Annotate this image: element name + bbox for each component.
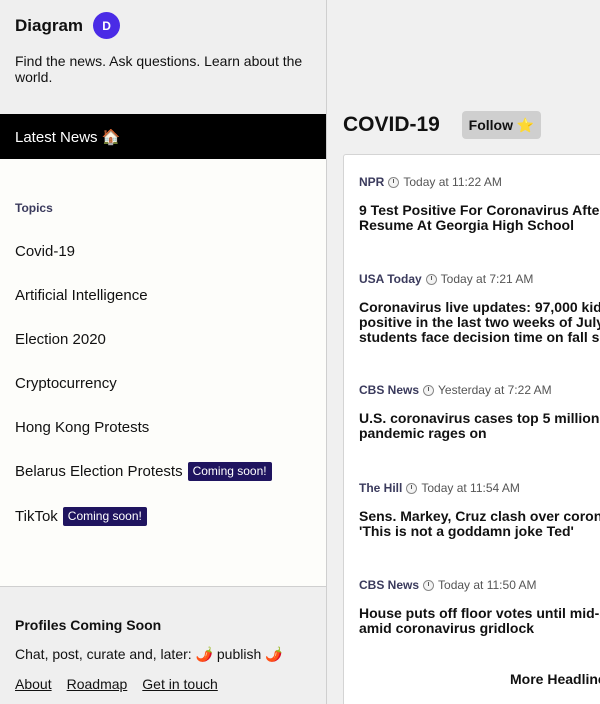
clock-icon <box>423 384 435 396</box>
article-source[interactable]: CBS News <box>359 578 419 592</box>
profiles-title: Profiles Coming Soon <box>15 617 162 633</box>
clock-icon <box>423 579 435 591</box>
topic-tiktok[interactable]: TikTok Coming soon! <box>15 507 147 526</box>
topics-heading: Topics <box>15 201 53 215</box>
more-headlines-button[interactable]: More Headlines <box>510 671 600 687</box>
article-item[interactable]: USA Today Today at 7:21 AM Coronavirus l… <box>359 272 600 345</box>
topic-covid-19[interactable]: Covid-19 <box>15 243 75 260</box>
article-meta: The Hill Today at 11:54 AM <box>359 481 600 495</box>
topic-belarus-election-protests[interactable]: Belarus Election Protests Coming soon! <box>15 462 272 481</box>
topic-artificial-intelligence[interactable]: Artificial Intelligence <box>15 287 148 304</box>
article-headline[interactable]: U.S. coronavirus cases top 5 million as … <box>359 411 600 441</box>
article-source[interactable]: NPR <box>359 175 384 189</box>
article-source[interactable]: The Hill <box>359 481 402 495</box>
article-item[interactable]: NPR Today at 11:22 AM 9 Test Positive Fo… <box>359 175 600 233</box>
article-time: Today at 11:54 AM <box>421 481 520 495</box>
clock-icon <box>425 273 437 285</box>
topic-label: Artificial Intelligence <box>15 287 148 304</box>
topic-election-2020[interactable]: Election 2020 <box>15 331 106 348</box>
coming-soon-badge: Coming soon! <box>187 462 272 481</box>
article-headline[interactable]: House puts off floor votes until mid-Sep… <box>359 606 600 636</box>
article-meta: NPR Today at 11:22 AM <box>359 175 600 189</box>
profiles-subtitle: Chat, post, curate and, later: 🌶️ publis… <box>15 646 283 662</box>
clock-icon <box>388 176 400 188</box>
topic-label: Covid-19 <box>15 243 76 260</box>
article-meta: CBS News Today at 11:50 AM <box>359 578 600 592</box>
tagline: Find the news. Ask questions. Learn abou… <box>15 53 303 85</box>
article-time: Today at 11:22 AM <box>403 175 502 189</box>
article-item[interactable]: CBS News Today at 11:50 AM House puts of… <box>359 578 600 636</box>
get-in-touch-link[interactable]: Get in touch <box>142 676 218 692</box>
article-source[interactable]: CBS News <box>359 383 419 397</box>
sidebar-footer: Profiles Coming Soon Chat, post, curate … <box>0 586 326 704</box>
clock-icon <box>406 482 418 494</box>
article-meta: CBS News Yesterday at 7:22 AM <box>359 383 600 397</box>
main-content: COVID-19 Follow ⭐ NPR Today at 11:22 AM … <box>328 0 600 704</box>
topic-label: Hong Kong Protests <box>15 419 150 436</box>
coming-soon-badge: Coming soon! <box>62 507 147 526</box>
follow-button[interactable]: Follow ⭐ <box>462 111 541 139</box>
brand-name[interactable]: Diagram <box>15 16 83 36</box>
article-item[interactable]: CBS News Yesterday at 7:22 AM U.S. coron… <box>359 383 600 441</box>
roadmap-link[interactable]: Roadmap <box>67 676 128 692</box>
brand-row: Diagram D <box>15 12 121 39</box>
topic-label: Election 2020 <box>15 331 106 348</box>
article-meta: USA Today Today at 7:21 AM <box>359 272 600 286</box>
topic-label: TikTok <box>15 508 58 525</box>
article-headline[interactable]: Sens. Markey, Cruz clash over coronaviru… <box>359 509 600 539</box>
topic-label: Belarus Election Protests <box>15 463 183 480</box>
article-time: Today at 7:21 AM <box>440 272 534 286</box>
nav-latest-news[interactable]: Latest News 🏠 <box>0 114 326 159</box>
topic-hong-kong-protests[interactable]: Hong Kong Protests <box>15 419 149 436</box>
about-link[interactable]: About <box>15 676 52 692</box>
sidebar-header: Diagram D Find the news. Ask questions. … <box>0 0 326 114</box>
avatar[interactable]: D <box>93 12 121 39</box>
topic-cryptocurrency[interactable]: Cryptocurrency <box>15 375 117 392</box>
topic-label: Cryptocurrency <box>15 375 117 392</box>
article-time: Today at 11:50 AM <box>438 578 537 592</box>
article-time: Yesterday at 7:22 AM <box>438 383 552 397</box>
news-feed: NPR Today at 11:22 AM 9 Test Positive Fo… <box>343 154 600 704</box>
sidebar: Diagram D Find the news. Ask questions. … <box>0 0 327 704</box>
article-headline[interactable]: Coronavirus live updates: 97,000 kids te… <box>359 300 600 345</box>
article-source[interactable]: USA Today <box>359 272 422 286</box>
article-headline[interactable]: 9 Test Positive For Coronavirus After Cl… <box>359 203 600 233</box>
article-item[interactable]: The Hill Today at 11:54 AM Sens. Markey,… <box>359 481 600 539</box>
footer-links: About Roadmap Get in touch <box>15 676 218 692</box>
page-title: COVID-19 <box>343 113 440 136</box>
